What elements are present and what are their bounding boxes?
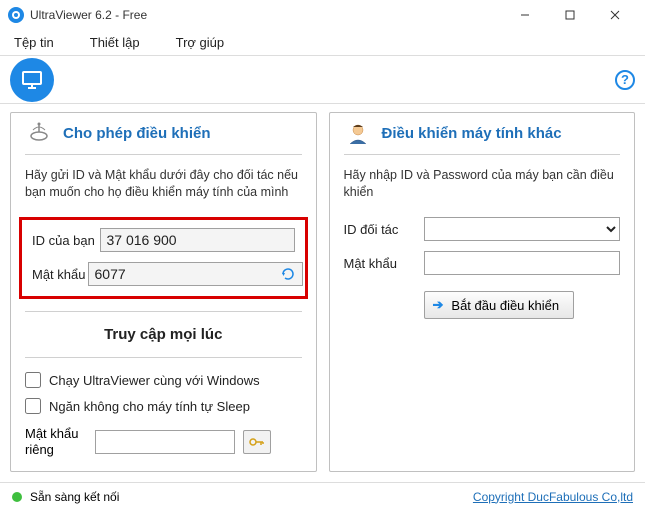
unattended-access-title: Truy cập mọi lúc — [25, 311, 302, 358]
close-button[interactable] — [592, 0, 637, 30]
partner-id-label: ID đối tác — [344, 222, 424, 237]
statusbar: Sẵn sàng kết nối Copyright DucFabulous C… — [0, 482, 645, 510]
start-control-button[interactable]: ➔ Bắt đầu điều khiển — [424, 291, 575, 319]
menu-file[interactable]: Tệp tin — [10, 33, 58, 52]
help-icon[interactable]: ? — [615, 70, 635, 90]
partner-pw-input[interactable] — [424, 251, 621, 275]
private-pw-key-button[interactable] — [243, 430, 271, 454]
private-pw-label: Mật khẩu riêng — [25, 426, 87, 457]
control-panel-title: Điều khiển máy tính khác — [382, 125, 562, 142]
allow-control-panel: Cho phép điều khiển Hãy gửi ID và Mật kh… — [10, 112, 317, 472]
private-pw-input[interactable] — [95, 430, 235, 454]
monitor-icon[interactable] — [10, 58, 54, 102]
control-other-panel: Điều khiển máy tính khác Hãy nhập ID và … — [329, 112, 636, 472]
start-button-label: Bắt đầu điều khiển — [451, 298, 559, 313]
maximize-button[interactable] — [547, 0, 592, 30]
your-pw-label: Mật khẩu — [32, 267, 88, 282]
status-indicator-icon — [12, 492, 22, 502]
app-icon — [8, 7, 24, 23]
minimize-button[interactable] — [502, 0, 547, 30]
run-with-windows-checkbox[interactable] — [25, 372, 41, 388]
run-with-windows-row[interactable]: Chạy UltraViewer cùng với Windows — [25, 372, 302, 388]
arrow-right-icon: ➔ — [433, 297, 444, 313]
menubar: Tệp tin Thiết lập Trợ giúp — [0, 30, 645, 56]
menu-setup[interactable]: Thiết lập — [86, 33, 144, 52]
key-icon — [249, 436, 265, 448]
control-panel-desc: Hãy nhập ID và Password của máy bạn cần … — [344, 167, 621, 201]
satellite-icon — [25, 120, 53, 148]
person-icon — [344, 120, 372, 148]
copyright-link[interactable]: Copyright DucFabulous Co,ltd — [473, 490, 633, 504]
partner-id-input[interactable] — [424, 217, 621, 241]
prevent-sleep-label: Ngăn không cho máy tính tự Sleep — [49, 399, 250, 414]
your-id-field[interactable] — [100, 228, 295, 252]
allow-panel-desc: Hãy gửi ID và Mật khẩu dưới đây cho đối … — [25, 167, 302, 201]
toolbar: ? — [0, 56, 645, 104]
your-id-label: ID của bạn — [32, 233, 100, 248]
refresh-password-icon[interactable] — [281, 265, 295, 283]
partner-pw-label: Mật khẩu — [344, 256, 424, 271]
credentials-highlight: ID của bạn Mật khẩu — [19, 217, 308, 299]
prevent-sleep-checkbox[interactable] — [25, 398, 41, 414]
status-text: Sẵn sàng kết nối — [30, 490, 119, 504]
run-with-windows-label: Chạy UltraViewer cùng với Windows — [49, 373, 260, 388]
prevent-sleep-row[interactable]: Ngăn không cho máy tính tự Sleep — [25, 398, 302, 414]
titlebar: UltraViewer 6.2 - Free — [0, 0, 645, 30]
your-pw-field[interactable] — [88, 262, 303, 286]
window-title: UltraViewer 6.2 - Free — [30, 8, 502, 22]
allow-panel-title: Cho phép điều khiển — [63, 125, 211, 142]
menu-help[interactable]: Trợ giúp — [172, 33, 229, 52]
